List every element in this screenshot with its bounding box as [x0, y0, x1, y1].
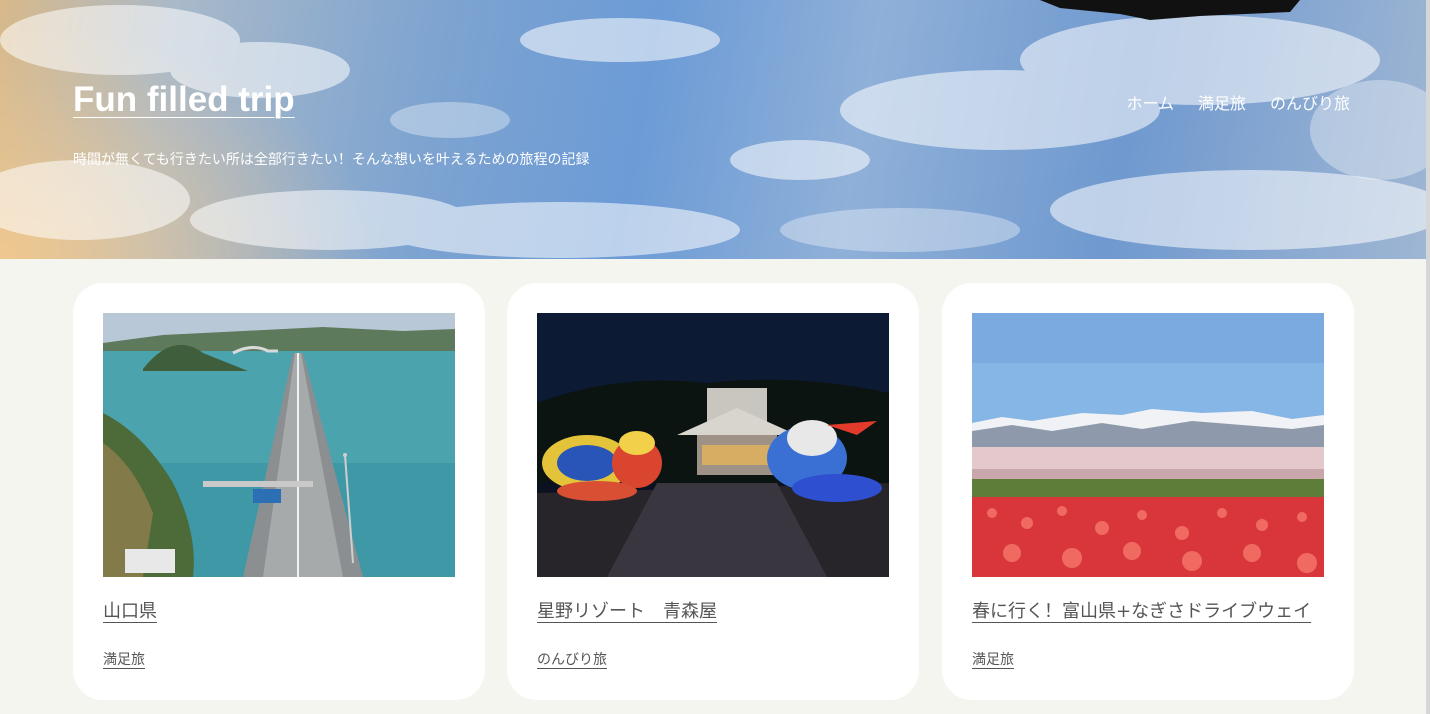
post-thumbnail-tulips[interactable] [972, 313, 1324, 577]
post-card-toyama: 春に行く！富山県+なぎさドライブウェイ 満足旅 [942, 283, 1354, 700]
window-edge [1426, 0, 1430, 714]
nebuta-lanterns-night-photo [537, 313, 889, 577]
post-title[interactable]: 星野リゾート 青森屋 [537, 597, 717, 623]
site-tagline: 時間が無くても行きたい所は全部行きたい！そんな想いを叶えるための旅程の記録 [73, 152, 590, 168]
main-nav: ホーム 満足旅 のんびり旅 [1126, 90, 1350, 114]
nav-item-satisfied-trip[interactable]: 満足旅 [1198, 90, 1246, 114]
nav-item-home[interactable]: ホーム [1126, 90, 1174, 114]
nav-item-relaxed-trip[interactable]: のんびり旅 [1270, 90, 1350, 114]
sky-clouds-image [0, 0, 1426, 259]
post-thumbnail-nebuta[interactable] [537, 313, 889, 577]
post-card-aomoriya: 星野リゾート 青森屋 のんびり旅 [507, 283, 919, 700]
post-category-link[interactable]: のんびり旅 [537, 649, 607, 669]
post-card-yamaguchi: 山口県 満足旅 [73, 283, 485, 700]
post-title[interactable]: 山口県 [103, 597, 157, 623]
header-hero: Fun filled trip 時間が無くても行きたい所は全部行きたい！そんな想… [0, 0, 1426, 259]
post-title[interactable]: 春に行く！富山県+なぎさドライブウェイ [972, 597, 1311, 623]
tulip-field-mountains-photo [972, 313, 1324, 577]
post-category-link[interactable]: 満足旅 [972, 649, 1014, 669]
post-thumbnail-bridge[interactable] [103, 313, 455, 577]
site-title-link[interactable]: Fun filled trip [73, 80, 295, 120]
post-category-link[interactable]: 満足旅 [103, 649, 145, 669]
bridge-over-sea-photo [103, 313, 455, 577]
